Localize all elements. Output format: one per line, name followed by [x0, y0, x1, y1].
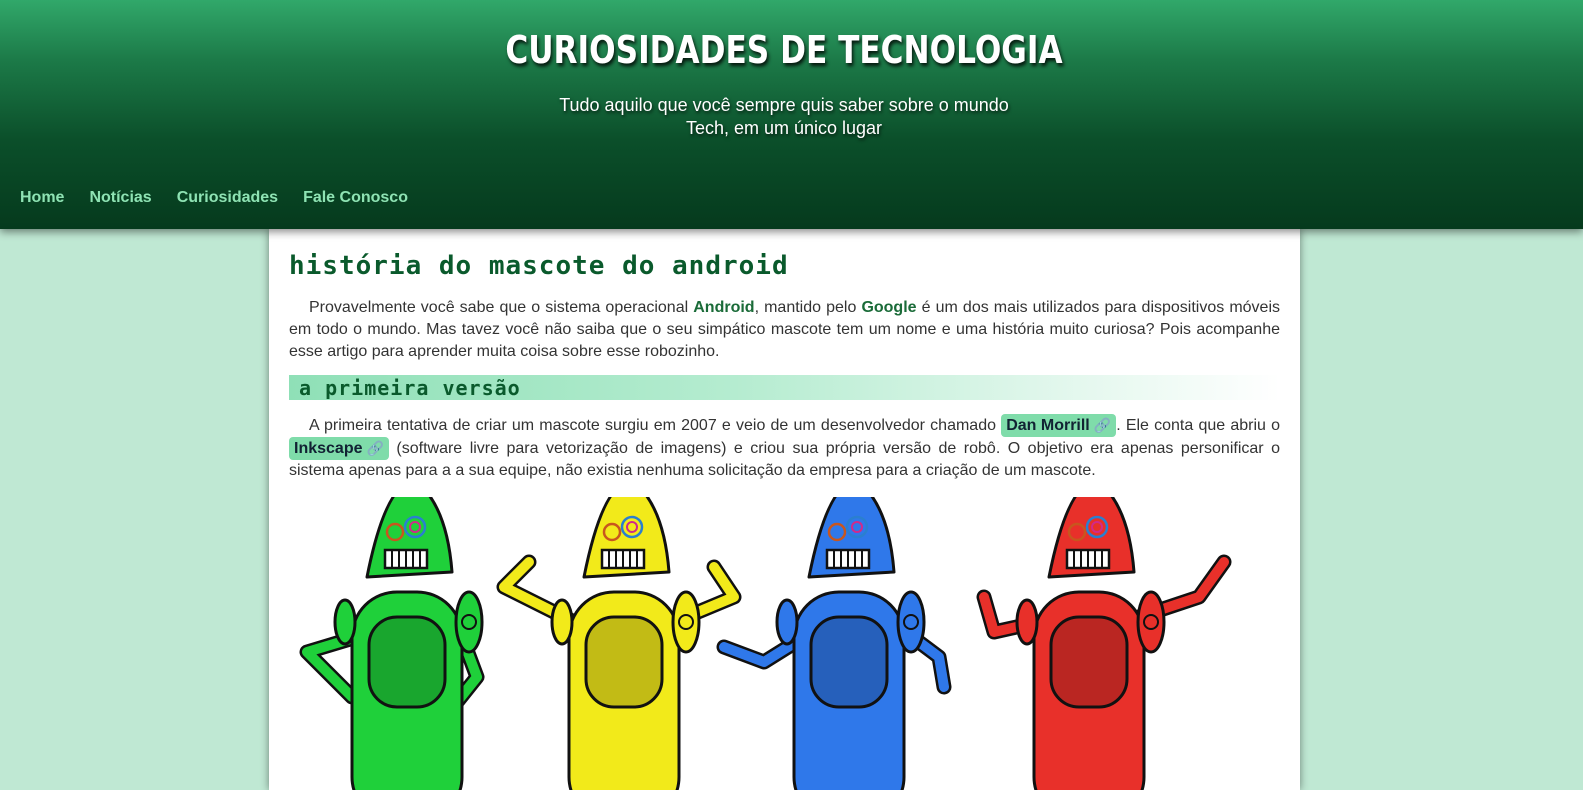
nav-noticias[interactable]: Notícias: [89, 188, 151, 208]
article-title: História do Mascote do Android: [289, 251, 789, 281]
nav-curiosidades[interactable]: Curiosidades: [177, 188, 278, 208]
robot-mascots-svg: [299, 497, 1232, 790]
subtitle-line-1: Tudo aquilo que você sempre quis saber s…: [559, 95, 1009, 115]
inkscape-link[interactable]: Inkscape 🔗: [289, 437, 389, 460]
dan-morrill-label: Dan Morrill: [1006, 417, 1090, 434]
inkscape-label: Inkscape: [294, 440, 363, 457]
site-header: CURIOSIDADES DE TECNOLOGIA Tudo aquilo q…: [0, 0, 1583, 229]
intro-text-2: , mantido pelo: [754, 299, 862, 316]
intro-paragraph: Provavelmente você sabe que o sistema op…: [289, 297, 1280, 363]
main-nav: Home Notícias Curiosidades Fale Conosco: [20, 188, 433, 208]
section-text-2: . Ele conta que abriu o: [1116, 417, 1280, 434]
article-container: História do Mascote do Android Provavelm…: [269, 229, 1300, 790]
android-highlight: Android: [693, 299, 755, 316]
green-robot: [299, 497, 485, 790]
site-title: CURIOSIDADES DE TECNOLOGIA: [505, 28, 1063, 72]
section-heading-bar: A Primeira Versão: [289, 375, 1280, 400]
site-subtitle: Tudo aquilo que você sempre quis saber s…: [534, 94, 1034, 140]
robot-mascots-image: [289, 497, 1280, 790]
section-text-3: (software livre para vetorização de imag…: [289, 440, 1280, 479]
link-icon: 🔗: [1093, 417, 1112, 433]
dan-morrill-link[interactable]: Dan Morrill 🔗: [1001, 414, 1117, 437]
section-text-1: A primeira tentativa de criar um mascote…: [309, 417, 1002, 434]
subtitle-line-2: Tech, em um único lugar: [685, 118, 883, 138]
google-highlight: Google: [861, 299, 917, 316]
nav-fale-conosco[interactable]: Fale Conosco: [303, 188, 408, 208]
yellow-robot: [496, 497, 742, 790]
red-robot: [976, 497, 1232, 790]
section-paragraph: A primeira tentativa de criar um mascote…: [289, 414, 1280, 482]
link-icon: 🔗: [366, 440, 384, 456]
blue-robot: [716, 497, 952, 790]
intro-text-1: Provavelmente você sabe que o sistema op…: [309, 299, 694, 316]
section-title: A Primeira Versão: [299, 376, 521, 400]
nav-home[interactable]: Home: [20, 188, 64, 208]
